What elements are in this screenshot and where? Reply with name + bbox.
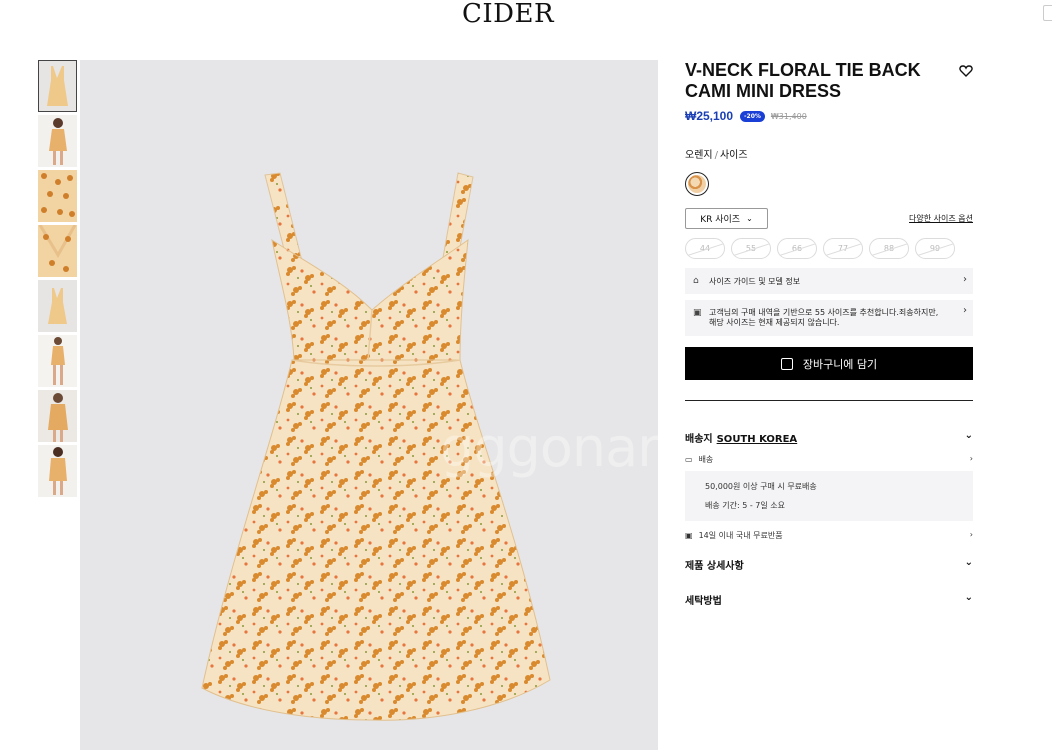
size-options-link[interactable]: 다양한 사이즈 옵션 <box>909 213 973 224</box>
returns-row[interactable]: ▣ 14일 이내 국내 무료반품 › <box>685 530 973 541</box>
dress-illustration <box>201 172 551 721</box>
chevron-right-icon: › <box>969 454 973 463</box>
divider <box>685 400 973 401</box>
size-row: KR 사이즈 ⌄ 다양한 사이즈 옵션 <box>685 208 973 229</box>
chevron-down-icon: ⌄ <box>964 557 973 568</box>
chevron-right-icon: › <box>969 530 973 539</box>
size-option-55[interactable]: 55 <box>731 238 771 259</box>
product-details-section[interactable]: 제품 상세사항 ⌄ <box>685 557 973 572</box>
return-box-icon: ▣ <box>685 531 693 540</box>
main-product-image[interactable]: gggonara <box>80 60 658 750</box>
delivery-info: ▭ 배송 <box>685 454 713 465</box>
chevron-down-icon: ⌄ <box>964 592 973 603</box>
thumbnail-7[interactable] <box>38 390 77 442</box>
thumbnail-6[interactable] <box>38 335 77 387</box>
chevron-down-icon: ⌄ <box>964 430 973 441</box>
size-option-44[interactable]: 44 <box>685 238 725 259</box>
brand-logo[interactable]: CIDER <box>462 0 554 28</box>
size-option-77[interactable]: 77 <box>823 238 863 259</box>
delivery-row[interactable]: ▭ 배송 › <box>685 454 973 465</box>
returns-label: 14일 이내 국내 무료반품 <box>698 531 783 540</box>
original-price: ₩31,400 <box>770 111 807 121</box>
sale-price: ₩25,100 <box>685 109 734 123</box>
thumbnail-4[interactable] <box>38 225 77 277</box>
delivery-time-text: 배송 기간: 5 - 7일 소요 <box>705 501 785 510</box>
shipping-destination-row[interactable]: 배송지 SOUTH KOREA ⌄ <box>685 430 973 445</box>
discount-badge: -20% <box>740 110 765 122</box>
thumbnail-3[interactable] <box>38 170 77 222</box>
separator: / <box>714 150 718 161</box>
product-details-label: 제품 상세사항 <box>685 561 744 572</box>
size-guide-label: 사이즈 가이드 및 모델 정보 <box>709 276 801 286</box>
size-recommendation-text: 고객님의 구매 내역을 기반으로 55 사이즈를 추천합니다.죄송하지만, 해당… <box>709 308 939 327</box>
delivery-details: 50,000원 이상 구매 시 무료배송 배송 기간: 5 - 7일 소요 <box>685 471 973 521</box>
shipping-destination: 배송지 SOUTH KOREA <box>685 430 797 445</box>
thumbnail-2[interactable] <box>38 115 77 167</box>
chevron-right-icon: › <box>963 305 967 316</box>
price-row: ₩25,100 -20% ₩31,400 <box>685 108 973 124</box>
thumbnail-strip <box>38 60 78 500</box>
chevron-right-icon: › <box>963 274 967 285</box>
chevron-down-icon: ⌄ <box>746 214 753 223</box>
hanger-icon: ⌂ <box>693 276 699 286</box>
size-system-select[interactable]: KR 사이즈 ⌄ <box>685 208 768 229</box>
scrollbar-stub <box>1043 5 1052 21</box>
shopping-bag-icon <box>780 357 793 370</box>
truck-icon: ▭ <box>685 455 693 464</box>
size-option-66[interactable]: 66 <box>777 238 817 259</box>
variant-label: 오렌지 / 사이즈 <box>685 146 973 161</box>
free-shipping-text: 50,000원 이상 구매 시 무료배송 <box>705 482 817 491</box>
size-label: 사이즈 <box>719 150 748 161</box>
size-guide-row[interactable]: ⌂ 사이즈 가이드 및 모델 정보 › <box>685 268 973 294</box>
add-to-cart-button[interactable]: 장바구니에 담기 <box>685 347 973 380</box>
thumbnail-5[interactable] <box>38 280 77 332</box>
care-instructions-label: 세탁방법 <box>685 596 722 607</box>
add-to-cart-label: 장바구니에 담기 <box>802 357 878 371</box>
thumbnail-1[interactable] <box>38 60 77 112</box>
size-option-99[interactable]: 99 <box>915 238 955 259</box>
thumbnail-8[interactable] <box>38 445 77 497</box>
product-info-panel: V-NECK FLORAL TIE BACK CAMI MINI DRESS ₩… <box>685 60 973 607</box>
size-option-88[interactable]: 88 <box>869 238 909 259</box>
shipping-country[interactable]: SOUTH KOREA <box>717 434 798 445</box>
care-instructions-section[interactable]: 세탁방법 ⌄ <box>685 592 973 607</box>
swatch-image <box>688 175 706 193</box>
product-title: V-NECK FLORAL TIE BACK CAMI MINI DRESS <box>685 60 921 101</box>
shipping-label: 배송지 <box>685 434 713 445</box>
delivery-label: 배송 <box>698 455 714 464</box>
color-label: 오렌지 <box>685 150 713 161</box>
size-recommendation-row[interactable]: ▣ 고객님의 구매 내역을 기반으로 55 사이즈를 추천합니다.죄송하지만, … <box>685 300 973 336</box>
size-options: 44 55 66 77 88 99 <box>685 238 973 259</box>
returns-info: ▣ 14일 이내 국내 무료반품 <box>685 530 783 541</box>
heart-icon[interactable] <box>959 64 973 78</box>
color-swatch[interactable] <box>685 172 709 196</box>
cube-icon: ▣ <box>693 308 702 318</box>
size-system-label: KR 사이즈 <box>700 215 741 225</box>
